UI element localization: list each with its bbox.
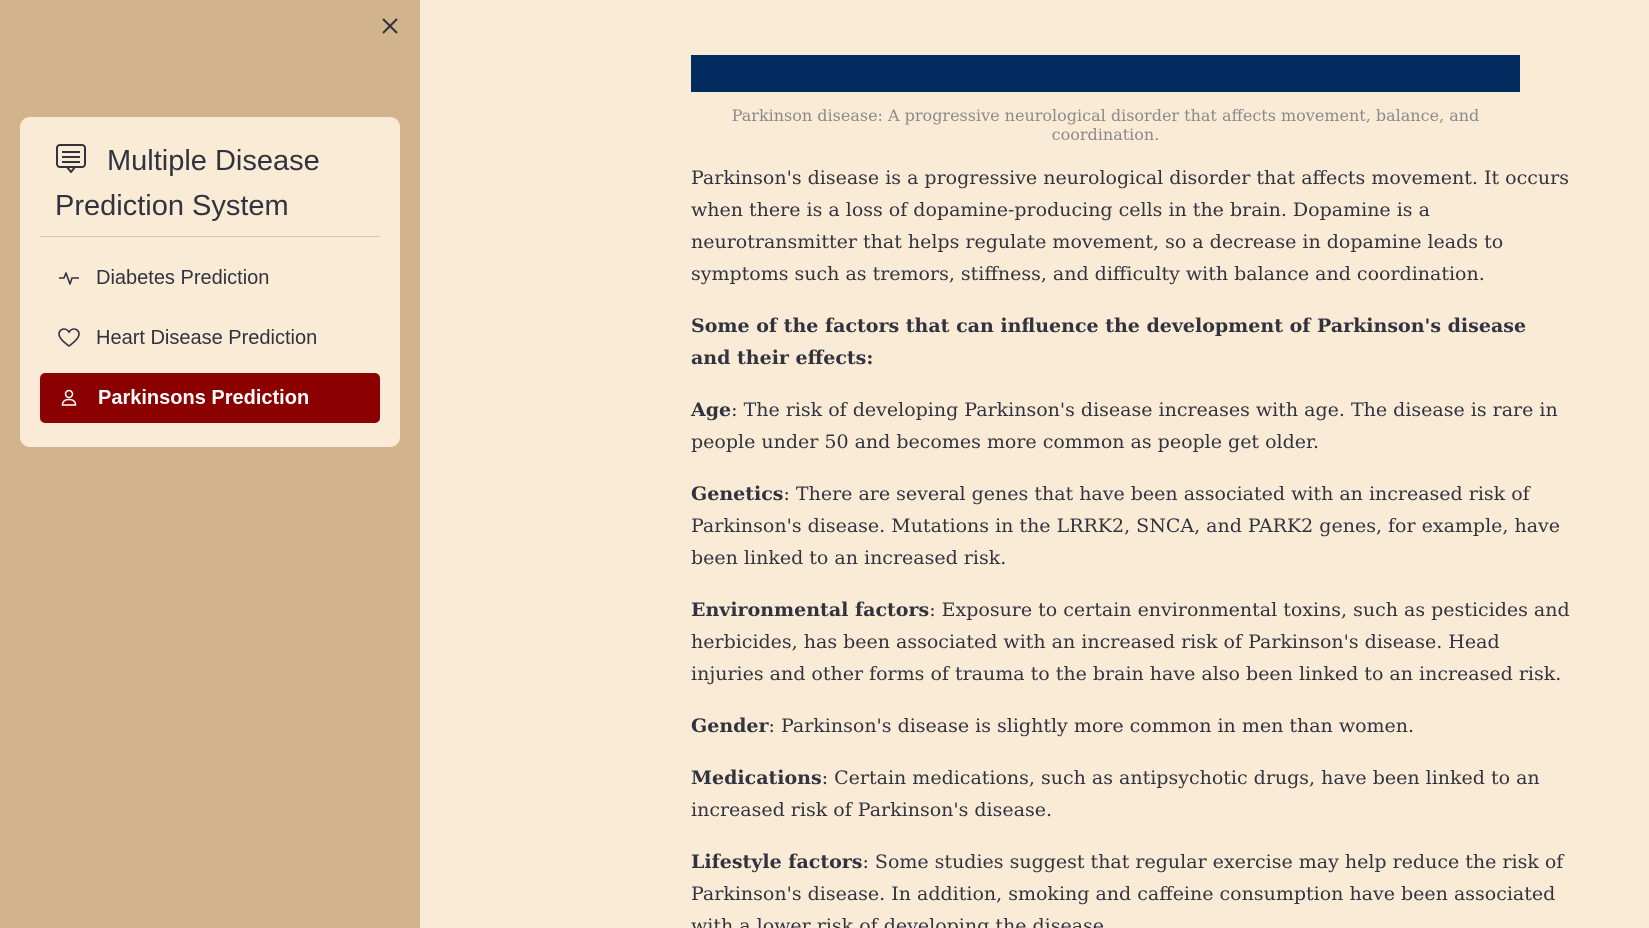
nav-item-diabetes[interactable]: Diabetes Prediction	[40, 253, 380, 303]
intro-paragraph: Parkinson's disease is a progressive neu…	[691, 167, 1569, 285]
image-caption: Parkinson disease: A progressive neurolo…	[731, 106, 1480, 144]
menu-divider	[40, 236, 380, 237]
factor-paragraph: Age: The risk of developing Parkinson's …	[691, 394, 1571, 458]
factor-text: : Parkinson's disease is slightly more c…	[768, 715, 1415, 737]
factor-text: : There are several genes that have been…	[691, 483, 1561, 569]
nav-item-parkinsons[interactable]: Parkinsons Prediction	[40, 373, 380, 423]
option-menu: Multiple Disease Prediction System Diabe…	[20, 117, 400, 447]
factor-paragraph: Environmental factors: Exposure to certa…	[691, 594, 1571, 690]
factor-term: Age	[691, 399, 732, 421]
close-icon[interactable]	[379, 15, 401, 37]
main-content: Parkinson disease: A progressive neurolo…	[691, 55, 1571, 928]
nav-item-heart-disease[interactable]: Heart Disease Prediction	[40, 313, 380, 363]
menu-title-text: Multiple Disease Prediction System	[55, 145, 320, 222]
factors-heading: Some of the factors that can influence t…	[691, 310, 1571, 374]
article-body: Parkinson's disease is a progressive neu…	[691, 162, 1571, 928]
nav-item-label: Diabetes Prediction	[96, 266, 270, 289]
factor-paragraph: Genetics: There are several genes that h…	[691, 478, 1571, 574]
sidebar: Multiple Disease Prediction System Diabe…	[0, 0, 420, 928]
factor-text: : The risk of developing Parkinson's dis…	[691, 399, 1558, 453]
banner-image	[691, 55, 1520, 92]
factor-term: Lifestyle factors	[691, 851, 863, 873]
factor-paragraph: Lifestyle factors: Some studies suggest …	[691, 846, 1571, 928]
menu-title: Multiple Disease Prediction System	[55, 139, 375, 229]
nav-item-label: Parkinsons Prediction	[98, 386, 310, 409]
factor-term: Genetics	[691, 483, 784, 505]
factors-heading-text: Some of the factors that can influence t…	[691, 315, 1527, 369]
person-icon	[58, 387, 80, 409]
nav-item-label: Heart Disease Prediction	[96, 326, 318, 349]
list-icon	[55, 142, 87, 174]
heart-icon	[58, 327, 80, 349]
factor-term: Gender	[691, 715, 769, 737]
factor-paragraph: Gender: Parkinson's disease is slightly …	[691, 710, 1571, 742]
activity-icon	[58, 267, 80, 289]
factor-paragraph: Medications: Certain medications, such a…	[691, 762, 1571, 826]
factor-term: Medications	[691, 767, 822, 789]
factor-term: Environmental factors	[691, 599, 930, 621]
